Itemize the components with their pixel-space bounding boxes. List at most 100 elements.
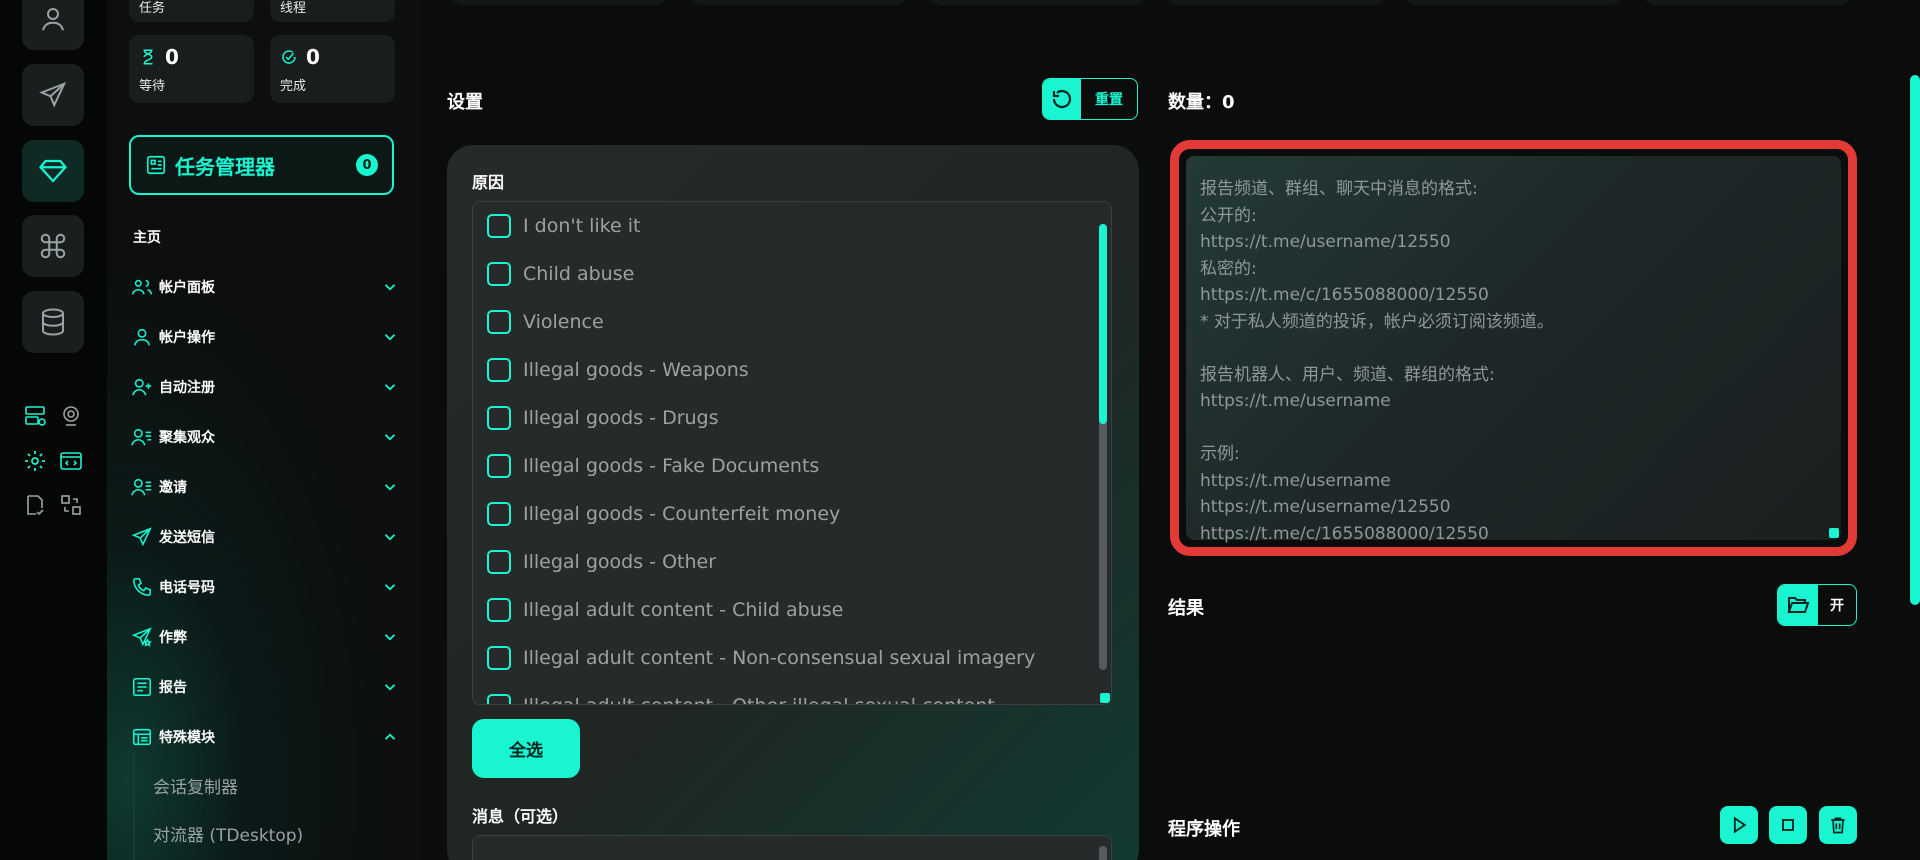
task-manager-button[interactable]: 任务管理器 0	[129, 135, 394, 195]
message-input[interactable]	[472, 835, 1112, 860]
code-window-button[interactable]	[58, 448, 84, 474]
threads-stat-label: 线程	[280, 1, 307, 16]
reason-checkbox[interactable]	[487, 406, 511, 430]
reason-item[interactable]: Illegal adult content - Non-consensual s…	[487, 644, 1035, 672]
reason-checkbox[interactable]	[487, 598, 511, 622]
sidebar-item-7[interactable]: 作弊	[131, 622, 399, 652]
sidebar-item-3[interactable]: 聚集观众	[131, 422, 399, 452]
submenu-item-converter[interactable]: 对流器 (TDesktop)	[153, 821, 303, 846]
document-check-button[interactable]	[22, 492, 48, 518]
chevron-down-icon[interactable]	[381, 578, 399, 596]
reason-text: Illegal goods - Fake Documents	[523, 455, 820, 477]
task-manager-count-badge: 0	[356, 154, 378, 176]
chevron-down-icon[interactable]	[381, 678, 399, 696]
reason-checkbox[interactable]	[487, 358, 511, 382]
placeholder-line: 私密的:	[1200, 258, 1257, 279]
reason-text: Illegal goods - Drugs	[523, 407, 719, 429]
reason-checkbox[interactable]	[487, 262, 511, 286]
reason-checkbox[interactable]	[487, 502, 511, 526]
start-button[interactable]	[1720, 806, 1758, 844]
chevron-down-icon[interactable]	[381, 378, 399, 396]
clear-button[interactable]	[1819, 806, 1857, 844]
hourglass-icon	[143, 49, 153, 65]
placeholder-line: https://t.me/username	[1200, 391, 1391, 411]
placeholder-line: https://t.me/c/1655088000/12550	[1200, 285, 1489, 305]
reset-button[interactable]: 重置	[1042, 78, 1138, 120]
reason-checkbox[interactable]	[487, 454, 511, 478]
sidebar-item-5[interactable]: 发送短信	[131, 522, 399, 552]
sidebar-item-label: 邀请	[159, 480, 187, 496]
reason-item[interactable]: Illegal goods - Other	[487, 548, 716, 576]
sidebar-item-9[interactable]: 特殊模块	[131, 722, 399, 752]
sidebar-item-label: 特殊模块	[159, 730, 215, 746]
database-rail-button[interactable]	[22, 291, 84, 353]
transfer-icon	[61, 495, 81, 515]
reasons-scroll-thumb[interactable]	[1099, 224, 1107, 424]
completed-count: 0	[306, 45, 320, 69]
reason-item[interactable]: I don't like it	[487, 212, 640, 240]
reason-text: Illegal goods - Counterfeit money	[523, 503, 841, 525]
placeholder-line: 报告机器人、用户、频道、群组的格式:	[1200, 364, 1495, 385]
sidebar-item-6[interactable]: 电话号码	[131, 572, 399, 602]
chevron-down-icon[interactable]	[381, 428, 399, 446]
send-rail-button[interactable]	[22, 64, 84, 126]
links-resize-handle[interactable]	[1829, 528, 1839, 538]
chevron-down-icon[interactable]	[381, 528, 399, 546]
reason-item[interactable]: Illegal adult content - Child abuse	[487, 596, 843, 624]
sidebar-item-4[interactable]: 邀请	[131, 472, 399, 502]
settings-button[interactable]	[22, 448, 48, 474]
reasons-list[interactable]: I don't like it Child abuse Violence Illega…	[472, 201, 1112, 705]
reason-checkbox[interactable]	[487, 550, 511, 574]
sidebar-item-label: 发送短信	[159, 530, 215, 546]
top-pill	[1404, 0, 1624, 5]
reason-checkbox[interactable]	[487, 310, 511, 334]
task-manager-label: 任务管理器	[175, 154, 275, 179]
placeholder-line: https://t.me/username/12550	[1200, 232, 1451, 252]
code-window-icon	[60, 452, 82, 470]
transfer-button[interactable]	[58, 492, 84, 518]
sidebar-item-1[interactable]: 帐户操作	[131, 322, 399, 352]
trash-icon	[1831, 817, 1845, 834]
reason-item[interactable]: Illegal goods - Weapons	[487, 356, 749, 384]
command-rail-button[interactable]	[22, 215, 84, 277]
completed-label: 完成	[280, 79, 307, 94]
waiting-label: 等待	[139, 79, 166, 94]
reason-item[interactable]: Illegal goods - Drugs	[487, 404, 719, 432]
reset-label: 重置	[1095, 92, 1123, 108]
sidebar-item-8[interactable]: 报告	[131, 672, 399, 702]
task-manager-icon	[146, 155, 166, 175]
links-input-highlight: 报告频道、群组、聊天中消息的格式: 公开的: https://t.me/userna…	[1170, 140, 1857, 556]
reason-checkbox[interactable]	[487, 214, 511, 238]
chevron-down-icon[interactable]	[381, 628, 399, 646]
stop-icon	[1782, 819, 1794, 831]
document-check-icon	[27, 495, 44, 516]
reason-item[interactable]: Illegal adult content - Other illegal se…	[487, 692, 995, 704]
select-all-button[interactable]: 全选	[472, 719, 580, 778]
reason-checkbox[interactable]	[487, 694, 511, 704]
chevron-up-icon[interactable]	[381, 728, 399, 746]
server-check-button[interactable]	[22, 403, 48, 429]
links-textarea[interactable]: 报告频道、群组、聊天中消息的格式: 公开的: https://t.me/userna…	[1186, 156, 1841, 544]
stop-button[interactable]	[1769, 806, 1807, 844]
placeholder-line: https://t.me/username/12550	[1200, 497, 1451, 517]
sidebar-item-0[interactable]: 帐户面板	[131, 272, 399, 302]
reason-item[interactable]: Child abuse	[487, 260, 634, 288]
open-folder-button[interactable]: 开	[1777, 584, 1857, 626]
webcam-button[interactable]	[58, 403, 84, 429]
page-scrollbar[interactable]	[1910, 75, 1920, 605]
sidebar-item-2[interactable]: 自动注册	[131, 372, 399, 402]
reason-item[interactable]: Illegal goods - Counterfeit money	[487, 500, 840, 528]
resize-handle[interactable]	[1100, 693, 1110, 703]
chevron-down-icon[interactable]	[381, 278, 399, 296]
message-scroll[interactable]	[1099, 846, 1107, 860]
reason-text: I don't like it	[523, 215, 641, 237]
submenu-item-session-copier[interactable]: 会话复制器	[153, 773, 238, 798]
reason-item[interactable]: Violence	[487, 308, 604, 336]
chevron-down-icon[interactable]	[381, 328, 399, 346]
reason-checkbox[interactable]	[487, 646, 511, 670]
chevron-down-icon[interactable]	[381, 478, 399, 496]
profile-rail-button[interactable]	[22, 0, 84, 50]
premium-rail-button[interactable]	[22, 140, 84, 202]
reason-item[interactable]: Illegal goods - Fake Documents	[487, 452, 819, 480]
folder-icon-box	[1778, 585, 1818, 625]
